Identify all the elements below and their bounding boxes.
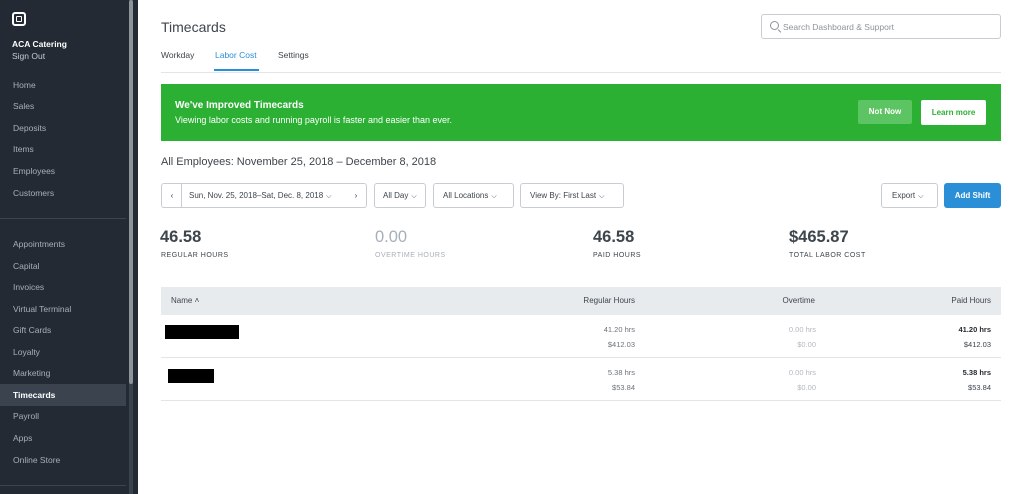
time-filter-label: All Day	[383, 191, 409, 200]
regular-cost-cell: $412.03	[607, 340, 635, 349]
export-label: Export	[892, 191, 916, 200]
sidebar: ACA Catering Sign Out Home Sales Deposit…	[0, 0, 138, 494]
sidebar-item-home[interactable]: Home	[0, 74, 126, 96]
add-shift-button[interactable]: Add Shift	[944, 183, 1001, 208]
paid-cost-cell: $53.84	[968, 383, 991, 392]
date-range-picker[interactable]: Sun, Nov. 25, 2018–Sat, Dec. 8, 2018 ⌵	[181, 183, 347, 208]
overtime-hours-label: OVERTIME HOURS	[375, 252, 446, 259]
view-by-dropdown[interactable]: View By: First Last ⌵	[520, 183, 624, 208]
time-filter-dropdown[interactable]: All Day ⌵	[374, 183, 426, 208]
search-box[interactable]	[761, 14, 1001, 39]
regular-hours-cell: 5.38 hrs	[607, 368, 635, 377]
business-name: ACA Catering	[12, 39, 67, 49]
sidebar-item-gift-cards[interactable]: Gift Cards	[0, 319, 126, 341]
overtime-hours-cell: 0.00 hrs	[788, 368, 816, 377]
paid-hours-cell: 5.38 hrs	[962, 368, 991, 377]
banner-text: Viewing labor costs and running payroll …	[175, 115, 452, 125]
column-header-paid-hours[interactable]: Paid Hours	[951, 287, 991, 315]
chevron-right-icon: ›	[354, 191, 358, 200]
sidebar-item-marketing[interactable]: Marketing	[0, 362, 126, 384]
sidebar-item-loyalty[interactable]: Loyalty	[0, 341, 126, 363]
report-subtitle: All Employees: November 25, 2018 – Decem…	[161, 156, 437, 168]
export-dropdown[interactable]: Export ⌵	[881, 183, 938, 208]
next-period-button[interactable]: ›	[346, 183, 367, 208]
announcement-banner: We've Improved Timecards Viewing labor c…	[161, 84, 1001, 141]
tab-workday[interactable]: Workday	[161, 50, 194, 60]
chevron-down-icon: ⌵	[918, 193, 924, 200]
page-title: Timecards	[161, 19, 226, 35]
sidebar-item-customers[interactable]: Customers	[0, 182, 126, 204]
not-now-button[interactable]: Not Now	[858, 100, 912, 124]
regular-hours-value: 46.58	[160, 228, 202, 246]
table-row[interactable]: 5.38 hrs $53.84 0.00 hrs $0.00 5.38 hrs …	[161, 358, 1001, 401]
active-tab-indicator	[214, 69, 259, 71]
regular-hours-cell: 41.20 hrs	[603, 325, 635, 334]
column-header-overtime[interactable]: Overtime	[783, 287, 815, 315]
date-range-label: Sun, Nov. 25, 2018–Sat, Dec. 8, 2018	[189, 191, 324, 200]
regular-hours-label: REGULAR HOURS	[161, 252, 229, 259]
sidebar-item-virtual-terminal[interactable]: Virtual Terminal	[0, 298, 126, 320]
paid-hours-value: 46.58	[593, 228, 635, 246]
paid-hours-cell: 41.20 hrs	[958, 325, 991, 334]
view-by-label: View By: First Last	[530, 191, 597, 200]
redacted-employee-name	[168, 369, 214, 383]
tabs-divider	[161, 72, 1001, 73]
sidebar-item-online-store[interactable]: Online Store	[0, 449, 126, 471]
redacted-employee-name	[165, 325, 239, 339]
sidebar-item-capital[interactable]: Capital	[0, 255, 126, 277]
locations-filter-label: All Locations	[443, 191, 489, 200]
search-input[interactable]	[783, 18, 993, 35]
tab-labor-cost[interactable]: Labor Cost	[215, 50, 257, 60]
sort-asc-icon: ˄	[194, 296, 200, 305]
sidebar-item-apps[interactable]: Apps	[0, 427, 126, 449]
sidebar-item-invoices[interactable]: Invoices	[0, 276, 126, 298]
locations-filter-dropdown[interactable]: All Locations ⌵	[433, 183, 514, 208]
sidebar-item-employees[interactable]: Employees	[0, 160, 126, 182]
table-row[interactable]: 41.20 hrs $412.03 0.00 hrs $0.00 41.20 h…	[161, 315, 1001, 358]
chevron-left-icon: ‹	[170, 191, 174, 200]
sidebar-divider-bottom	[0, 485, 126, 486]
previous-period-button[interactable]: ‹	[161, 183, 182, 208]
banner-title: We've Improved Timecards	[175, 100, 304, 111]
sidebar-item-appointments[interactable]: Appointments	[0, 233, 126, 255]
paid-hours-label: PAID HOURS	[593, 252, 642, 259]
paid-cost-cell: $412.03	[963, 340, 991, 349]
sidebar-item-payroll[interactable]: Payroll	[0, 405, 126, 427]
overtime-cost-cell: $0.00	[797, 340, 816, 349]
search-icon	[770, 21, 779, 30]
chevron-down-icon: ⌵	[326, 193, 332, 200]
sidebar-item-timecards[interactable]: Timecards	[0, 384, 126, 406]
square-logo-icon[interactable]	[12, 12, 26, 26]
learn-more-button[interactable]: Learn more	[921, 100, 986, 125]
column-header-regular-hours[interactable]: Regular Hours	[583, 287, 635, 315]
total-labor-cost-label: TOTAL LABOR COST	[789, 252, 866, 259]
sidebar-item-items[interactable]: Items	[0, 138, 126, 160]
chevron-down-icon: ⌵	[491, 193, 497, 200]
overtime-hours-value: 0.00	[375, 228, 408, 246]
chevron-down-icon: ⌵	[599, 193, 605, 200]
chevron-down-icon: ⌵	[411, 193, 417, 200]
sidebar-scrollbar[interactable]	[129, 0, 133, 494]
sidebar-item-sales[interactable]: Sales	[0, 95, 126, 117]
sign-out-link[interactable]: Sign Out	[12, 51, 45, 61]
sidebar-scrollbar-thumb[interactable]	[129, 0, 133, 384]
regular-cost-cell: $53.84	[612, 383, 635, 392]
total-labor-cost-value: $465.87	[789, 228, 849, 246]
column-header-name[interactable]: Name ˄	[171, 287, 199, 315]
sidebar-divider	[0, 218, 126, 219]
sidebar-item-deposits[interactable]: Deposits	[0, 117, 126, 139]
table-header: Name ˄ Regular Hours Overtime Paid Hours	[161, 287, 1001, 315]
overtime-cost-cell: $0.00	[797, 383, 816, 392]
overtime-hours-cell: 0.00 hrs	[788, 325, 816, 334]
tab-settings[interactable]: Settings	[278, 50, 309, 60]
